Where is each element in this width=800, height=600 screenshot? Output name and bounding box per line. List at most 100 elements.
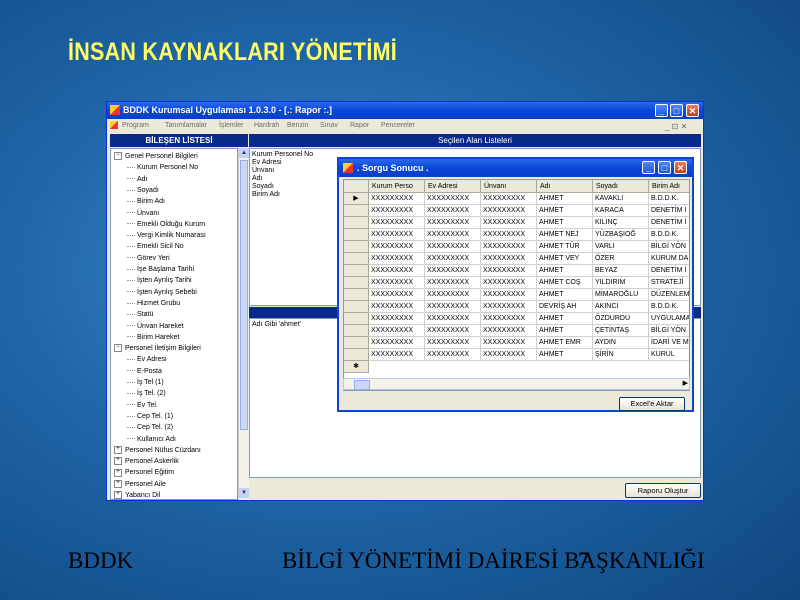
grid-cell[interactable]: YILDIRIM <box>593 277 649 289</box>
grid-cell[interactable]: AHMET <box>537 313 593 325</box>
expand-icon[interactable]: + <box>114 457 122 466</box>
tree-leaf[interactable]: Birim Hareket <box>127 333 179 342</box>
grid-cell[interactable]: XXXXXXXXX <box>369 349 425 361</box>
grid-cell[interactable]: AHMET COŞ <box>537 277 593 289</box>
selected-field[interactable]: Ünvanı <box>252 167 274 175</box>
grid-cell[interactable]: MİMAROĞLU <box>593 289 649 301</box>
grid-cell[interactable]: DENETİM İ <box>649 217 689 229</box>
grid-cell[interactable]: XXXXXXXXX <box>369 277 425 289</box>
grid-cell[interactable]: B.D.D.K. <box>649 301 689 313</box>
grid-cell[interactable]: XXXXXXXXX <box>369 301 425 313</box>
row-header[interactable]: ▶ <box>344 193 369 205</box>
grid-cell[interactable]: XXXXXXXXX <box>369 337 425 349</box>
grid-cell[interactable]: XXXXXXXXX <box>481 337 537 349</box>
grid-cell[interactable]: XXXXXXXXX <box>425 241 481 253</box>
column-header[interactable]: Adı <box>537 180 593 193</box>
column-header[interactable]: Ev Adresi <box>425 180 481 193</box>
grid-cell[interactable]: AHMET <box>537 193 593 205</box>
grid-cell[interactable]: XXXXXXXXX <box>481 205 537 217</box>
tree-group[interactable]: + Personel Aile <box>114 479 166 489</box>
component-tree[interactable]: − Genel Personel Bilgileri Kurum Personel … <box>110 148 238 500</box>
grid-cell[interactable]: XXXXXXXXX <box>481 229 537 241</box>
grid-cell[interactable]: İDARİ VE M <box>649 337 689 349</box>
scroll-down-icon[interactable]: ▼ <box>239 488 249 498</box>
scroll-thumb[interactable] <box>240 160 248 430</box>
menu-program[interactable]: Program <box>122 122 149 129</box>
grid-scroll-thumb[interactable] <box>354 380 370 390</box>
dialog-close-button[interactable]: ✕ <box>674 161 687 174</box>
row-header[interactable] <box>344 349 369 361</box>
grid-cell[interactable]: AYDIN <box>593 337 649 349</box>
grid-cell[interactable]: AHMET <box>537 205 593 217</box>
scroll-right-icon[interactable]: ▶ <box>683 379 688 387</box>
grid-cell[interactable]: XXXXXXXXX <box>481 253 537 265</box>
selected-field[interactable]: Adı <box>252 175 263 183</box>
grid-cell[interactable]: DENETİM İ <box>649 205 689 217</box>
dialog-maximize-button[interactable]: □ <box>658 161 671 174</box>
grid-cell[interactable]: KARACA <box>593 205 649 217</box>
expand-icon[interactable]: + <box>114 445 122 454</box>
grid-cell[interactable]: XXXXXXXXX <box>425 289 481 301</box>
tree-group[interactable]: + Personel Askerlik <box>114 457 179 466</box>
grid-cell[interactable]: XXXXXXXXX <box>369 313 425 325</box>
grid-cell[interactable]: ŞİRİN <box>593 349 649 361</box>
close-button[interactable]: ✕ <box>686 104 699 117</box>
tree-leaf[interactable]: İşten Ayrılış Tarihi <box>127 276 192 285</box>
grid-cell[interactable]: XXXXXXXXX <box>481 301 537 313</box>
grid-cell[interactable]: XXXXXXXXX <box>425 325 481 337</box>
tree-leaf[interactable]: Ünvan Hareket <box>127 322 184 331</box>
column-header[interactable]: Soyadı <box>593 180 649 193</box>
tree-leaf[interactable]: İş Tel (1) <box>127 378 164 387</box>
minimize-button[interactable]: _ <box>655 104 668 117</box>
tree-leaf[interactable]: Soyadı <box>127 186 159 195</box>
grid-cell[interactable]: XXXXXXXXX <box>425 349 481 361</box>
grid-cell[interactable]: KURUL <box>649 349 689 361</box>
grid-cell[interactable]: XXXXXXXXX <box>425 265 481 277</box>
grid-cell[interactable]: XXXXXXXXX <box>425 301 481 313</box>
tree-leaf[interactable]: Hizmet Grubu <box>127 299 180 308</box>
selected-field[interactable]: Kurum Personel No <box>252 151 313 159</box>
column-header[interactable]: Birim Adı <box>649 180 689 193</box>
menu-pencereler[interactable]: Pencereler <box>381 122 415 129</box>
grid-cell[interactable]: XXXXXXXXX <box>425 217 481 229</box>
window-titlebar[interactable]: BDDK Kurumsal Uygulaması 1.0.3.0 - [.: R… <box>107 102 703 119</box>
tree-leaf[interactable]: Emekli Olduğu Kurum <box>127 220 205 229</box>
grid-cell[interactable]: XXXXXXXXX <box>481 265 537 277</box>
grid-cell[interactable]: ÖZDURDU <box>593 313 649 325</box>
dialog-titlebar[interactable]: . Sorgu Sonucu . _ □ ✕ <box>339 159 692 177</box>
tree-group[interactable]: + Yabancı Dil <box>114 491 160 499</box>
row-header[interactable] <box>344 229 369 241</box>
grid-cell[interactable]: AHMET <box>537 325 593 337</box>
grid-cell[interactable]: AHMET <box>537 217 593 229</box>
tree-leaf[interactable]: E-Posta <box>127 367 162 376</box>
grid-cell[interactable]: XXXXXXXXX <box>369 193 425 205</box>
grid-cell[interactable]: XXXXXXXXX <box>425 313 481 325</box>
create-report-button[interactable]: Raporu Oluştur <box>625 483 701 498</box>
grid-cell[interactable]: XXXXXXXXX <box>481 193 537 205</box>
row-header[interactable] <box>344 301 369 313</box>
grid-cell[interactable]: XXXXXXXXX <box>369 253 425 265</box>
dialog-minimize-button[interactable]: _ <box>642 161 655 174</box>
grid-cell[interactable]: ÇETİNTAŞ <box>593 325 649 337</box>
tree-leaf[interactable]: Cep Tel. (1) <box>127 412 173 421</box>
grid-cell[interactable]: XXXXXXXXX <box>481 313 537 325</box>
tree-leaf[interactable]: Emekli Sicil No <box>127 242 184 251</box>
tree-leaf[interactable]: Ünvanı <box>127 209 159 218</box>
result-grid[interactable]: Kurum Perso Ev Adresi Ünvanı Adı Soyadı Birim… <box>343 179 690 391</box>
grid-cell[interactable]: XXXXXXXXX <box>425 337 481 349</box>
grid-cell[interactable]: AHMET <box>537 349 593 361</box>
grid-cell[interactable]: KAVAKLI <box>593 193 649 205</box>
grid-cell[interactable]: AHMET EMR <box>537 337 593 349</box>
tree-group[interactable]: − Genel Personel Bilgileri <box>114 152 198 161</box>
tree-scrollbar[interactable]: ▲ ▼ <box>238 148 249 500</box>
row-header[interactable] <box>344 217 369 229</box>
expand-icon[interactable]: + <box>114 468 122 477</box>
grid-cell[interactable]: XXXXXXXXX <box>425 193 481 205</box>
tree-leaf[interactable]: Cep Tel. (2) <box>127 423 173 432</box>
expand-icon[interactable]: + <box>114 479 122 488</box>
menu-benzin[interactable]: Benzin <box>287 122 308 129</box>
menu-tanimlamalar[interactable]: Tanımlamalar <box>165 122 207 129</box>
grid-cell[interactable]: XXXXXXXXX <box>481 241 537 253</box>
grid-cell[interactable]: XXXXXXXXX <box>425 253 481 265</box>
grid-cell[interactable]: KURUM DA <box>649 253 689 265</box>
